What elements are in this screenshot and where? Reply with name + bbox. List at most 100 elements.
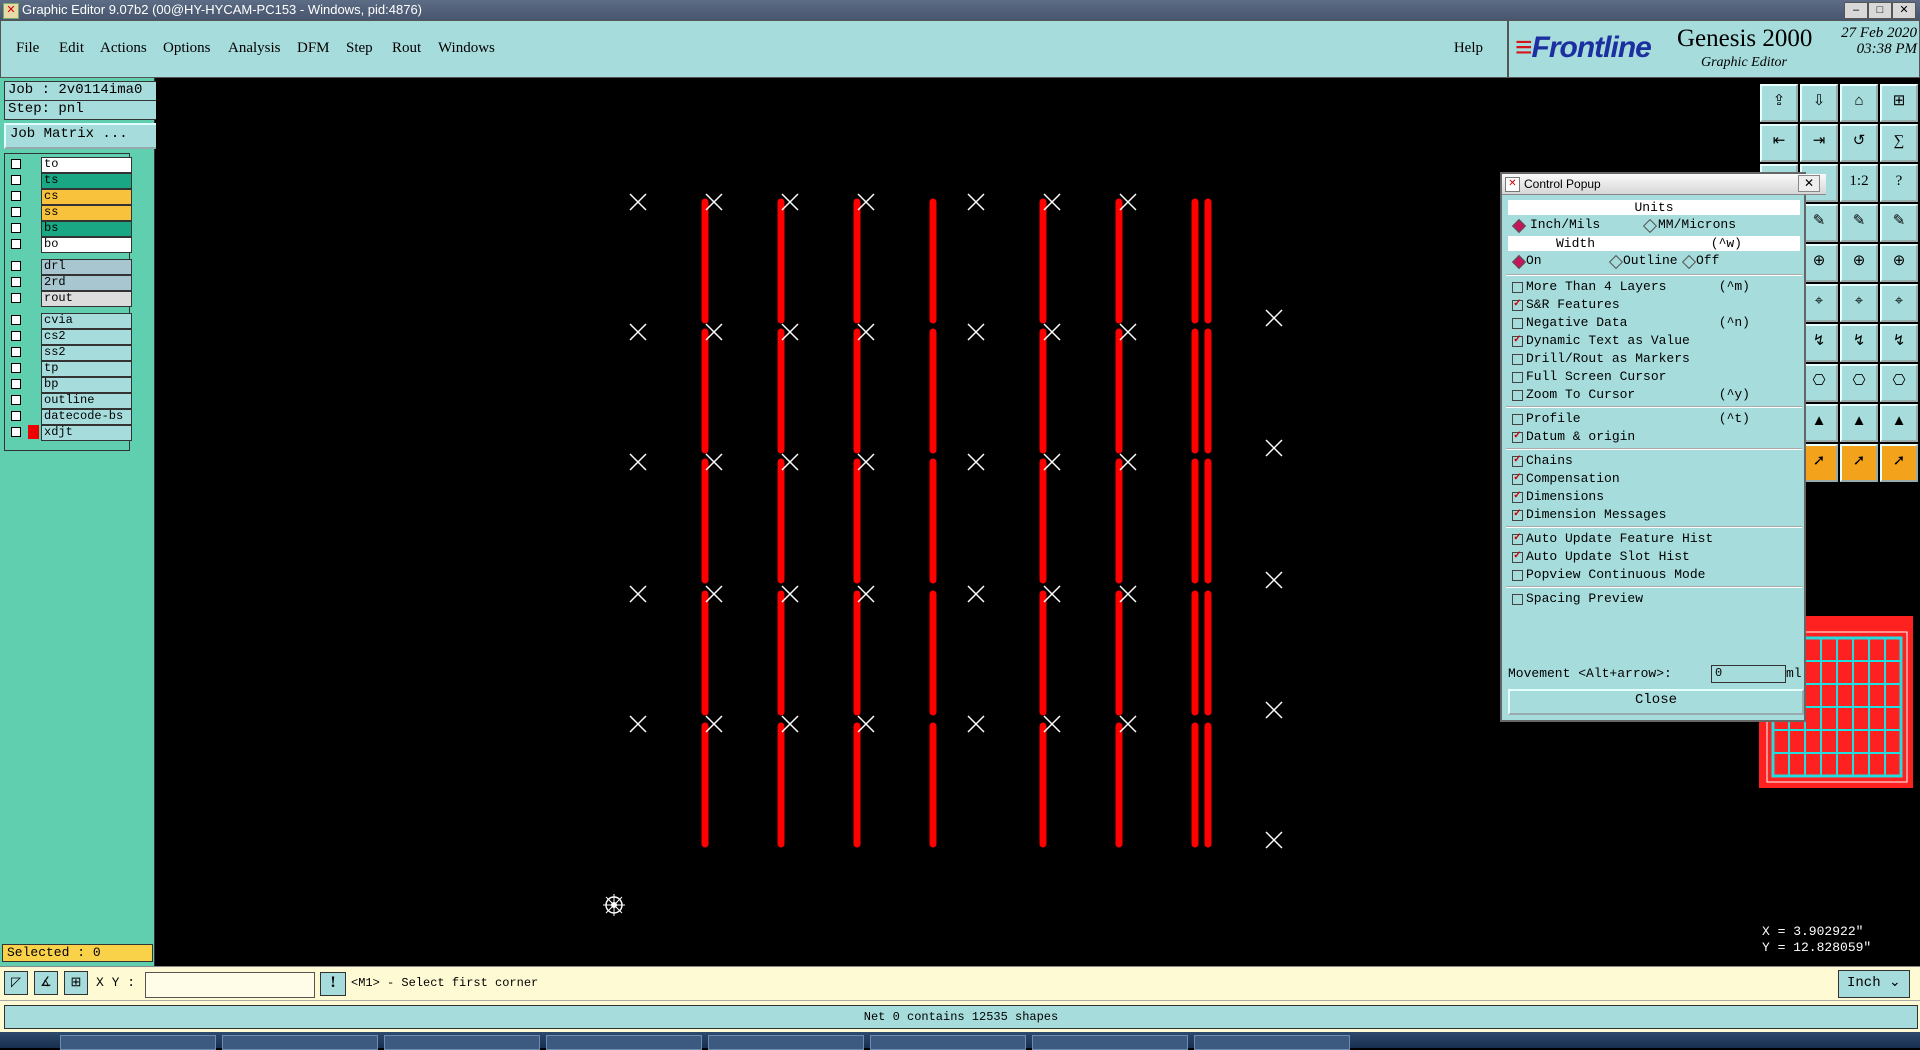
tool-button-1-1-icon[interactable]: ⇥	[1800, 124, 1838, 162]
option-row[interactable]: ✓ Dimensions	[1508, 488, 1800, 506]
option-row[interactable]: ✓ Auto Update Feature Hist	[1508, 530, 1800, 548]
tool-button-4-3-icon[interactable]: ⊕	[1880, 244, 1918, 282]
option-row[interactable]: More Than 4 Layers (^m)	[1508, 278, 1800, 296]
maximize-button[interactable]: □	[1868, 2, 1892, 19]
layer-row-16[interactable]: xdjt	[7, 425, 132, 441]
checkbox-checked[interactable]: ✓	[1512, 432, 1523, 443]
menu-step[interactable]: Step	[346, 40, 373, 57]
layer-row-1[interactable]: ts	[7, 173, 132, 189]
tool-button-0-3-icon[interactable]: ⊞	[1880, 84, 1918, 122]
layer-row-15[interactable]: datecode-bs	[7, 409, 132, 425]
tool-button-7-3-icon[interactable]: ⎔	[1880, 364, 1918, 402]
option-row[interactable]: Spacing Preview	[1508, 590, 1800, 608]
option-row[interactable]: Popview Continuous Mode	[1508, 566, 1800, 584]
tool-button-9-3-icon[interactable]: ➚	[1880, 444, 1918, 482]
layer-checkbox[interactable]	[11, 223, 21, 233]
snap-icon[interactable]: ◸	[4, 971, 28, 995]
tool-button-3-2-icon[interactable]: ✎	[1840, 204, 1878, 242]
layer-checkbox[interactable]	[11, 331, 21, 341]
layer-row-8[interactable]: rout	[7, 291, 132, 307]
tool-button-5-2-icon[interactable]: ⌖	[1840, 284, 1878, 322]
layer-checkbox[interactable]	[11, 261, 21, 271]
layer-checkbox[interactable]	[11, 363, 21, 373]
option-row[interactable]: ✓ Compensation	[1508, 470, 1800, 488]
angle-icon[interactable]: ∡	[34, 971, 58, 995]
layer-row-4[interactable]: bs	[7, 221, 132, 237]
menu-help[interactable]: Help	[1454, 40, 1483, 57]
units-dropdown[interactable]: Inch ⌄	[1838, 970, 1910, 998]
grid-icon[interactable]: ⊞	[64, 971, 88, 995]
checkbox-unchecked[interactable]	[1512, 390, 1523, 401]
menu-edit[interactable]: Edit	[59, 40, 84, 57]
layer-row-10[interactable]: cs2	[7, 329, 132, 345]
layer-row-5[interactable]: bo	[7, 237, 132, 253]
radio-width-outline[interactable]	[1608, 254, 1624, 270]
checkbox-checked[interactable]: ✓	[1512, 456, 1523, 467]
layer-checkbox[interactable]	[11, 159, 21, 169]
xy-input[interactable]	[145, 972, 315, 998]
radio-inch-mils[interactable]	[1511, 218, 1527, 234]
menu-analysis[interactable]: Analysis	[228, 40, 281, 57]
layer-checkbox[interactable]	[11, 315, 21, 325]
menu-rout[interactable]: Rout	[392, 40, 421, 57]
option-row[interactable]: Zoom To Cursor (^y)	[1508, 386, 1800, 404]
tool-button-0-1-icon[interactable]: ⇩	[1800, 84, 1838, 122]
layer-row-11[interactable]: ss2	[7, 345, 132, 361]
checkbox-unchecked[interactable]	[1512, 570, 1523, 581]
tool-button-1-3-icon[interactable]: ∑	[1880, 124, 1918, 162]
radio-mm-microns[interactable]	[1642, 218, 1658, 234]
menu-file[interactable]: File	[16, 40, 39, 57]
tool-button-4-2-icon[interactable]: ⊕	[1840, 244, 1878, 282]
layer-checkbox[interactable]	[11, 191, 21, 201]
layer-row-14[interactable]: outline	[7, 393, 132, 409]
radio-width-on[interactable]	[1511, 254, 1527, 270]
menu-actions[interactable]: Actions	[100, 40, 147, 57]
close-window-button[interactable]: ✕	[1892, 2, 1916, 19]
tool-button-2-2-icon[interactable]: 1:2	[1840, 164, 1878, 202]
option-row[interactable]: ✓ Datum & origin	[1508, 428, 1800, 446]
popup-close-button[interactable]: Close	[1508, 689, 1804, 715]
option-row[interactable]: ✓ Dimension Messages	[1508, 506, 1800, 524]
checkbox-unchecked[interactable]	[1512, 354, 1523, 365]
tool-button-1-0-icon[interactable]: ⇤	[1760, 124, 1798, 162]
checkbox-checked[interactable]: ✓	[1512, 534, 1523, 545]
checkbox-checked[interactable]: ✓	[1512, 300, 1523, 311]
layer-checkbox[interactable]	[11, 411, 21, 421]
layer-row-12[interactable]: tp	[7, 361, 132, 377]
layer-checkbox[interactable]	[11, 427, 21, 437]
option-row[interactable]: ✓ Dynamic Text as Value	[1508, 332, 1800, 350]
menu-dfm[interactable]: DFM	[297, 40, 330, 57]
layer-checkbox[interactable]	[11, 239, 21, 249]
tool-button-7-2-icon[interactable]: ⎔	[1840, 364, 1878, 402]
option-row[interactable]: Profile (^t)	[1508, 410, 1800, 428]
tool-button-6-3-icon[interactable]: ↯	[1880, 324, 1918, 362]
menu-options[interactable]: Options	[163, 40, 211, 57]
option-row[interactable]: Drill/Rout as Markers	[1508, 350, 1800, 368]
layer-checkbox[interactable]	[11, 395, 21, 405]
layer-checkbox[interactable]	[11, 293, 21, 303]
alert-icon[interactable]: !	[320, 972, 346, 996]
tool-button-1-2-icon[interactable]: ↺	[1840, 124, 1878, 162]
job-matrix-button[interactable]: Job Matrix ...	[4, 123, 158, 149]
popup-close-icon[interactable]: ✕	[1798, 175, 1820, 192]
tool-button-6-2-icon[interactable]: ↯	[1840, 324, 1878, 362]
layer-row-2[interactable]: cs	[7, 189, 132, 205]
layer-checkbox[interactable]	[11, 347, 21, 357]
checkbox-checked[interactable]: ✓	[1512, 492, 1523, 503]
layer-row-9[interactable]: cvia	[7, 313, 132, 329]
checkbox-unchecked[interactable]	[1512, 318, 1523, 329]
layer-row-13[interactable]: bp	[7, 377, 132, 393]
option-row[interactable]: Full Screen Cursor	[1508, 368, 1800, 386]
menu-windows[interactable]: Windows	[438, 40, 495, 57]
tool-button-3-3-icon[interactable]: ✎	[1880, 204, 1918, 242]
layer-checkbox[interactable]	[11, 175, 21, 185]
layer-checkbox[interactable]	[11, 277, 21, 287]
checkbox-unchecked[interactable]	[1512, 414, 1523, 425]
tool-button-0-0-icon[interactable]: ⇪	[1760, 84, 1798, 122]
tool-button-5-3-icon[interactable]: ⌖	[1880, 284, 1918, 322]
minimize-button[interactable]: ‒	[1844, 2, 1868, 19]
movement-input[interactable]: 0	[1711, 665, 1786, 683]
checkbox-unchecked[interactable]	[1512, 282, 1523, 293]
tool-button-8-2-icon[interactable]: ▲	[1840, 404, 1878, 442]
tool-button-9-2-icon[interactable]: ➚	[1840, 444, 1878, 482]
